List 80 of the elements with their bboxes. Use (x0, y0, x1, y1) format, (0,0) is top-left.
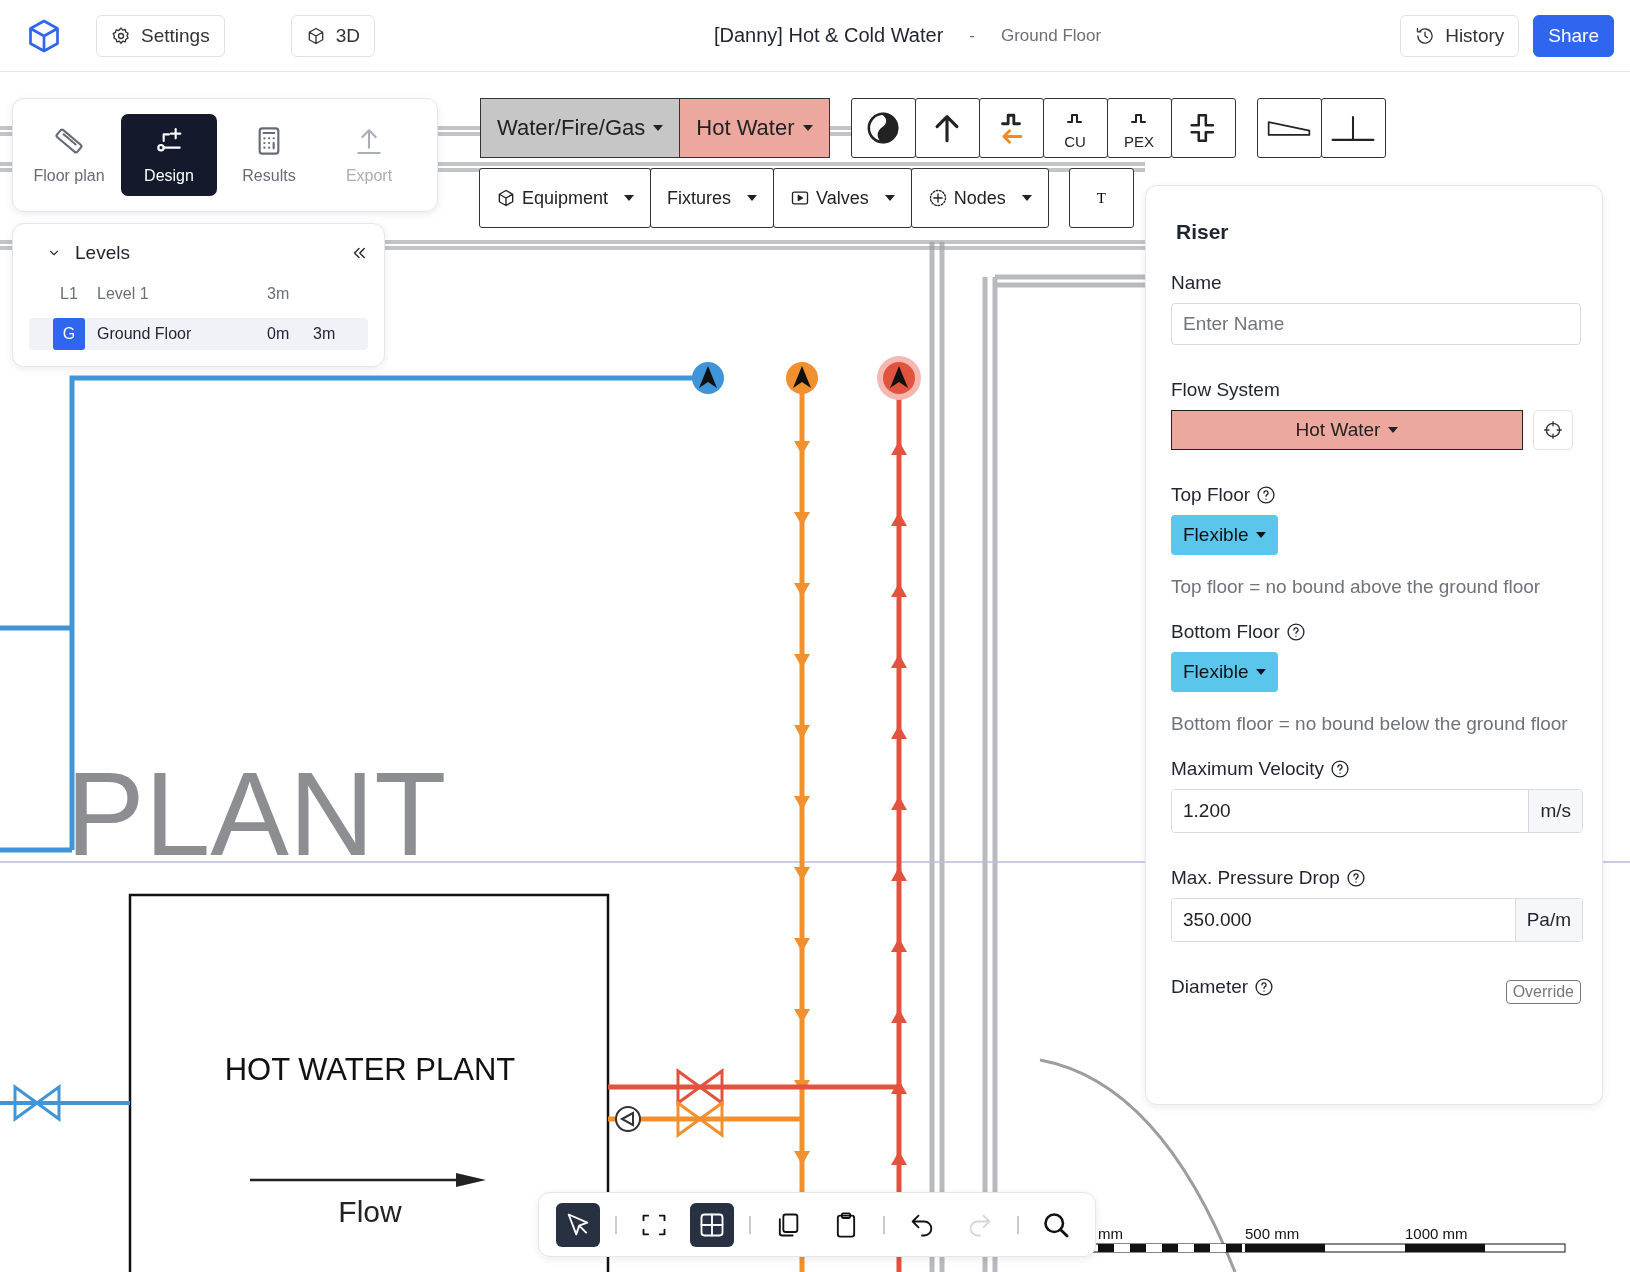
hint-text: Top floor = no bound above the ground floor (1171, 575, 1542, 599)
tool-button[interactable] (1170, 98, 1236, 158)
cube-icon (496, 188, 516, 208)
floor-dropdown[interactable]: Flexible (1171, 515, 1279, 555)
unit-label: m/s (1528, 790, 1582, 832)
contrast-icon (866, 111, 901, 145)
flow-system-dropdown[interactable]: Hot Water (1171, 410, 1523, 450)
tool-button[interactable] (1320, 98, 1386, 158)
tool-button[interactable] (914, 98, 980, 158)
tool-button[interactable] (978, 98, 1044, 158)
plan-label: PLANT (66, 748, 447, 880)
system-dropdown[interactable]: Hot Water (679, 99, 829, 157)
search-icon (1042, 1210, 1070, 1239)
tool-button[interactable]: CU (1042, 98, 1108, 158)
insert-dropdown[interactable]: Valves (773, 168, 912, 228)
field-label: Maximum Velocity (1171, 758, 1325, 780)
panel-title: Riser (1176, 220, 1230, 244)
settings-icon (111, 25, 131, 46)
scale-label: 1000 mm (1405, 1225, 1468, 1242)
valve-icon (13, 1084, 61, 1122)
insert-dropdown[interactable]: Nodes (910, 168, 1049, 228)
level-elevation: 3m (267, 285, 291, 303)
scale-label: mm (1098, 1225, 1123, 1242)
level-name: Ground Floor (1001, 25, 1102, 46)
perpendicular-icon (1331, 115, 1376, 141)
number-field[interactable]: 1.200 m/s (1171, 789, 1583, 833)
mode-tab[interactable]: Design (121, 114, 217, 196)
field-label: Name (1171, 272, 1222, 294)
tool-button[interactable]: PEX (1106, 98, 1172, 158)
field-label: Bottom Floor (1171, 621, 1280, 643)
field-label: Max. Pressure Drop (1171, 867, 1340, 889)
riser-node-icon[interactable] (786, 362, 818, 394)
name-input[interactable]: Enter Name (1171, 303, 1581, 345)
text-tool-button[interactable]: T (1068, 168, 1134, 228)
pump-icon (615, 1106, 641, 1132)
history-button[interactable]: History (1400, 14, 1520, 57)
crosshair-icon (1543, 420, 1563, 440)
tool-button[interactable] (1256, 98, 1322, 158)
toolbar-button[interactable] (690, 1202, 734, 1247)
mode-tab[interactable]: Results (221, 114, 317, 196)
level-code: L1 (59, 284, 79, 304)
flow-label: Flow (338, 1195, 402, 1228)
level-row[interactable]: L1 Level 1 3m (29, 278, 368, 310)
header-button[interactable]: Settings (96, 14, 225, 57)
valve-icon (676, 1100, 724, 1138)
pick-button[interactable] (1533, 410, 1573, 450)
valve-icon (676, 1068, 724, 1106)
field-label: Flow System (1171, 379, 1280, 401)
plant-title: HOT WATER PLANT (224, 1052, 516, 1087)
header-button[interactable]: 3D (290, 14, 375, 57)
level-name: Level 1 (96, 285, 150, 303)
system-dropdown[interactable]: Water/Fire/Gas (481, 99, 680, 157)
level-elevation: 0m (267, 325, 291, 343)
insert-dropdown[interactable]: Equipment (479, 168, 652, 228)
toolbar-button[interactable] (556, 1202, 600, 1247)
scale-label: 500 mm (1245, 1225, 1300, 1242)
plus-circle-icon (927, 188, 948, 208)
project-title: [Danny] Hot & Cold Water (713, 24, 944, 47)
share-button[interactable]: Share (1533, 14, 1614, 57)
level-row[interactable]: G Ground Floor 0m 3m (29, 318, 368, 350)
field-label: Top Floor (1171, 484, 1251, 506)
hint-text: Bottom floor = no bound below the ground floor (1171, 712, 1569, 736)
mode-tab[interactable]: Floor plan (21, 114, 117, 196)
floor-dropdown[interactable]: Flexible (1171, 652, 1279, 692)
number-field[interactable]: 350.000 Pa/m (1171, 898, 1583, 942)
unit-label: Pa/m (1514, 899, 1582, 941)
riser-node-icon[interactable] (692, 362, 724, 394)
history-icon (1415, 25, 1436, 46)
app-logo-icon (26, 17, 62, 54)
override-button[interactable]: Override (1505, 979, 1581, 1004)
levels-title: Levels (75, 242, 131, 264)
title-separator: - (969, 25, 975, 46)
riser-node-icon[interactable] (877, 356, 921, 400)
level-code: G (53, 318, 85, 350)
level-height: 3m (313, 325, 336, 343)
insert-dropdown[interactable]: Fixtures (650, 168, 775, 228)
field-label: Diameter (1171, 976, 1249, 998)
level-name: Ground Floor (96, 325, 193, 343)
ramp-icon (1267, 120, 1312, 136)
tool-button[interactable] (850, 98, 916, 158)
